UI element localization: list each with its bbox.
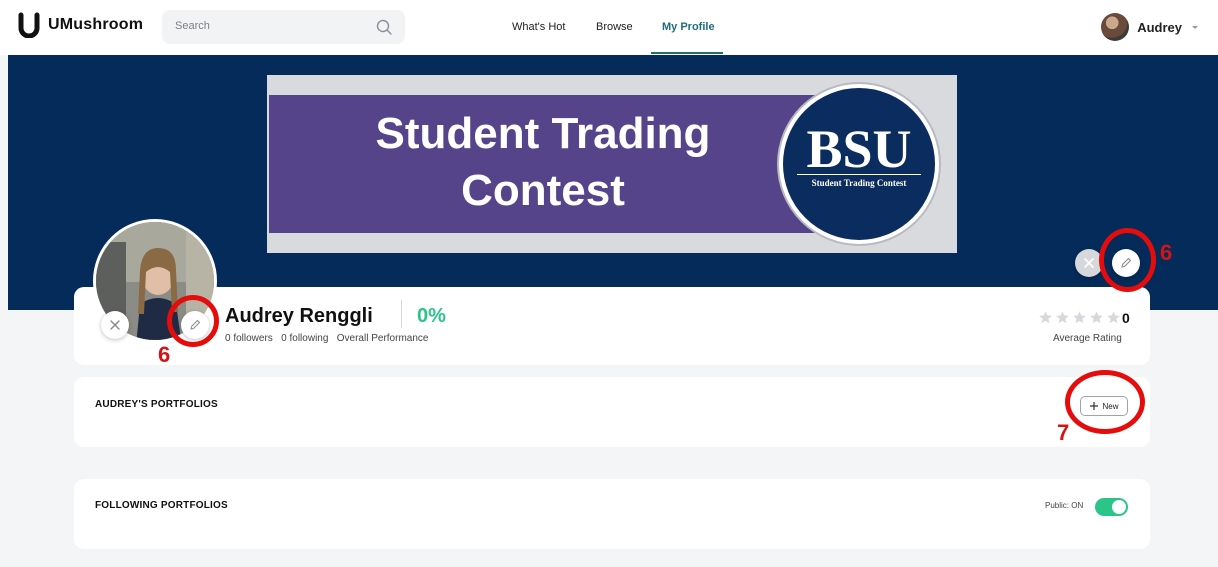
app-name: UMushroom [48,16,144,33]
search-input[interactable]: Search [175,20,210,32]
star-icon [1107,311,1120,324]
rating-stars [1038,310,1121,325]
banner-image: Student Trading Contest BSU Student Trad… [267,75,957,253]
user-menu[interactable]: Audrey [1101,13,1200,41]
bsu-badge-subtitle: Student Trading Contest [811,178,907,188]
toggle-knob [1112,500,1126,514]
average-rating-label: Average Rating [1053,333,1122,344]
close-icon [110,320,120,330]
my-portfolios-card [74,377,1150,447]
star-icon [1056,311,1069,324]
rating-count: 0 [1122,310,1130,326]
profile-name: Audrey Renggli [225,305,373,327]
nav-browse[interactable]: Browse [596,21,633,33]
nav-whats-hot[interactable]: What's Hot [512,21,565,33]
user-name: Audrey [1137,19,1182,35]
star-icon [1073,311,1086,324]
nav-active-underline [651,52,723,54]
app-logo[interactable]: UMushroom [18,12,143,38]
bsu-badge-text: BSU [806,119,912,179]
following-count[interactable]: 0 following [281,333,328,344]
search-icon[interactable] [375,18,393,36]
umushroom-logo-icon [18,12,40,38]
banner-title: Student Trading Contest [269,105,817,219]
public-toggle[interactable] [1095,498,1128,516]
annotation-ring-new-portfolio [1065,370,1145,434]
bsu-badge: BSU Student Trading Contest [779,84,939,244]
close-icon [1084,258,1094,268]
top-nav-bar: UMushroom Search What's Hot Browse My Pr… [0,0,1218,55]
page: UMushroom Search What's Hot Browse My Pr… [0,0,1218,567]
star-icon [1090,311,1103,324]
bsu-badge-divider [797,174,921,175]
annotation-number-new-portfolio: 7 [1057,420,1070,445]
followers-count[interactable]: 0 followers [225,333,273,344]
annotation-ring-edit-banner [1099,228,1156,292]
public-toggle-label: Public: ON [1045,501,1084,510]
banner-title-line1: Student Trading [375,109,711,158]
following-portfolios-title: FOLLOWING PORTFOLIOS [95,500,228,511]
annotation-number-edit-avatar: 6 [158,342,171,367]
following-portfolios-card [74,479,1150,549]
remove-avatar-button[interactable] [101,311,129,339]
banner-title-line2: Contest [461,166,625,216]
nav-my-profile[interactable]: My Profile [662,21,715,33]
annotation-ring-edit-avatar [167,295,219,347]
chevron-down-icon[interactable] [1190,22,1200,32]
overall-performance-value: 0% [417,305,446,327]
search-box[interactable]: Search [162,10,405,44]
star-icon [1039,311,1052,324]
my-portfolios-title: AUDREY'S PORTFOLIOS [95,399,218,410]
annotation-number-edit-banner: 6 [1160,240,1173,265]
profile-stats: 0 followers 0 following Overall Performa… [225,333,428,344]
user-avatar [1101,13,1130,41]
performance-label: Overall Performance [336,333,429,344]
name-divider [401,300,402,328]
